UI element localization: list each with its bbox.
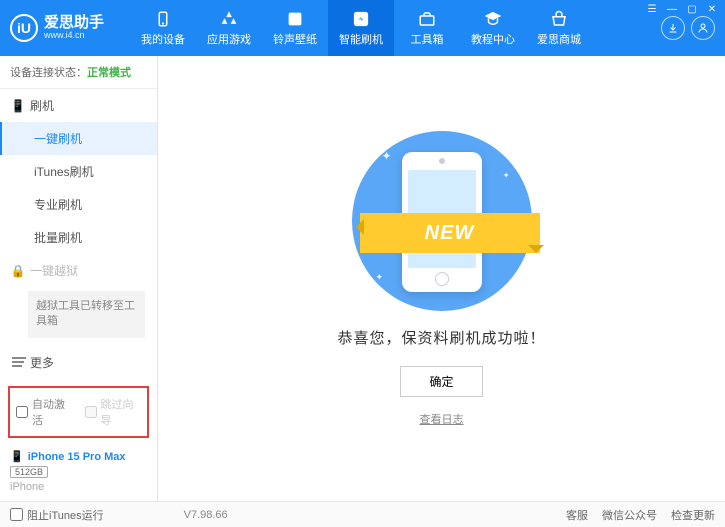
main-nav: 我的设备 应用游戏 铃声壁纸 智能刷机 工具箱 教程中心 爱思商城 bbox=[130, 0, 661, 56]
list-icon bbox=[12, 361, 24, 363]
sidebar-group-more[interactable]: 更多 bbox=[0, 346, 157, 379]
download-button[interactable] bbox=[661, 16, 685, 40]
logo-icon: iU bbox=[10, 14, 38, 42]
view-log-link[interactable]: 查看日志 bbox=[420, 411, 464, 427]
sidebar: 设备连接状态：正常模式 📱 刷机 一键刷机 iTunes刷机 专业刷机 批量刷机… bbox=[0, 56, 158, 501]
logo-title: 爱思助手 bbox=[44, 15, 104, 32]
checkbox-block-itunes[interactable]: 阻止iTunes运行 bbox=[10, 507, 104, 523]
ok-button[interactable]: 确定 bbox=[400, 366, 482, 397]
sidebar-group-flash[interactable]: 📱 刷机 bbox=[0, 89, 157, 122]
options-highlight-box: 自动激活 跳过向导 bbox=[8, 386, 149, 438]
jailbreak-note: 越狱工具已转移至工具箱 bbox=[28, 291, 145, 338]
sidebar-item-other-tools[interactable]: 其他工具 bbox=[0, 379, 157, 380]
nav-store[interactable]: 爱思商城 bbox=[526, 0, 592, 56]
nav-tutorials[interactable]: 教程中心 bbox=[460, 0, 526, 56]
footer: 阻止iTunes运行 V7.98.66 客服 微信公众号 检查更新 bbox=[0, 501, 725, 527]
nav-ringtones[interactable]: 铃声壁纸 bbox=[262, 0, 328, 56]
success-message: 恭喜您，保资料刷机成功啦！ bbox=[337, 327, 545, 348]
sidebar-item-itunes-flash[interactable]: iTunes刷机 bbox=[0, 155, 157, 188]
checkbox-auto-activate[interactable]: 自动激活 bbox=[16, 396, 73, 428]
device-type: iPhone bbox=[10, 481, 147, 493]
tutorial-icon bbox=[484, 10, 502, 28]
menu-icon[interactable]: ☰ bbox=[645, 2, 659, 16]
store-icon bbox=[550, 10, 568, 28]
app-logo: iU 爱思助手 www.i4.cn bbox=[10, 14, 130, 42]
user-button[interactable] bbox=[691, 16, 715, 40]
logo-subtitle: www.i4.cn bbox=[44, 31, 104, 41]
footer-support[interactable]: 客服 bbox=[566, 507, 588, 523]
new-ribbon: NEW bbox=[360, 213, 540, 253]
checkbox-skip-guide[interactable]: 跳过向导 bbox=[85, 396, 142, 428]
toolbox-icon bbox=[418, 10, 436, 28]
nav-my-device[interactable]: 我的设备 bbox=[130, 0, 196, 56]
maximize-icon[interactable]: ▢ bbox=[685, 2, 699, 16]
sidebar-item-batch-flash[interactable]: 批量刷机 bbox=[0, 221, 157, 254]
device-icon bbox=[154, 10, 172, 28]
footer-check-update[interactable]: 检查更新 bbox=[671, 507, 715, 523]
apps-icon bbox=[220, 10, 238, 28]
nav-apps-games[interactable]: 应用游戏 bbox=[196, 0, 262, 56]
app-header: iU 爱思助手 www.i4.cn 我的设备 应用游戏 铃声壁纸 智能刷机 工具… bbox=[0, 0, 725, 56]
sidebar-item-one-key-flash[interactable]: 一键刷机 bbox=[0, 122, 157, 155]
nav-smart-flash[interactable]: 智能刷机 bbox=[328, 0, 394, 56]
device-name[interactable]: 📱 iPhone 15 Pro Max bbox=[10, 450, 147, 463]
phone-icon: 📱 bbox=[12, 99, 24, 113]
device-status: 设备连接状态：正常模式 bbox=[0, 56, 157, 89]
close-icon[interactable]: ✕ bbox=[705, 2, 719, 16]
version-label: V7.98.66 bbox=[184, 509, 228, 521]
wallpaper-icon bbox=[286, 10, 304, 28]
lock-icon: 🔒 bbox=[12, 264, 24, 278]
flash-icon bbox=[352, 10, 370, 28]
sidebar-group-jailbreak: 🔒 一键越狱 bbox=[0, 254, 157, 287]
minimize-icon[interactable]: — bbox=[665, 2, 679, 16]
device-storage: 512GB bbox=[10, 466, 48, 478]
nav-toolbox[interactable]: 工具箱 bbox=[394, 0, 460, 56]
main-content: ✦ ✦ ✦ NEW 恭喜您，保资料刷机成功啦！ 确定 查看日志 bbox=[158, 56, 725, 501]
sidebar-item-pro-flash[interactable]: 专业刷机 bbox=[0, 188, 157, 221]
footer-wechat[interactable]: 微信公众号 bbox=[602, 507, 657, 523]
success-illustration: ✦ ✦ ✦ NEW bbox=[352, 131, 532, 311]
phone-small-icon: 📱 bbox=[10, 450, 24, 463]
device-info: 📱 iPhone 15 Pro Max 512GB iPhone bbox=[0, 444, 157, 501]
